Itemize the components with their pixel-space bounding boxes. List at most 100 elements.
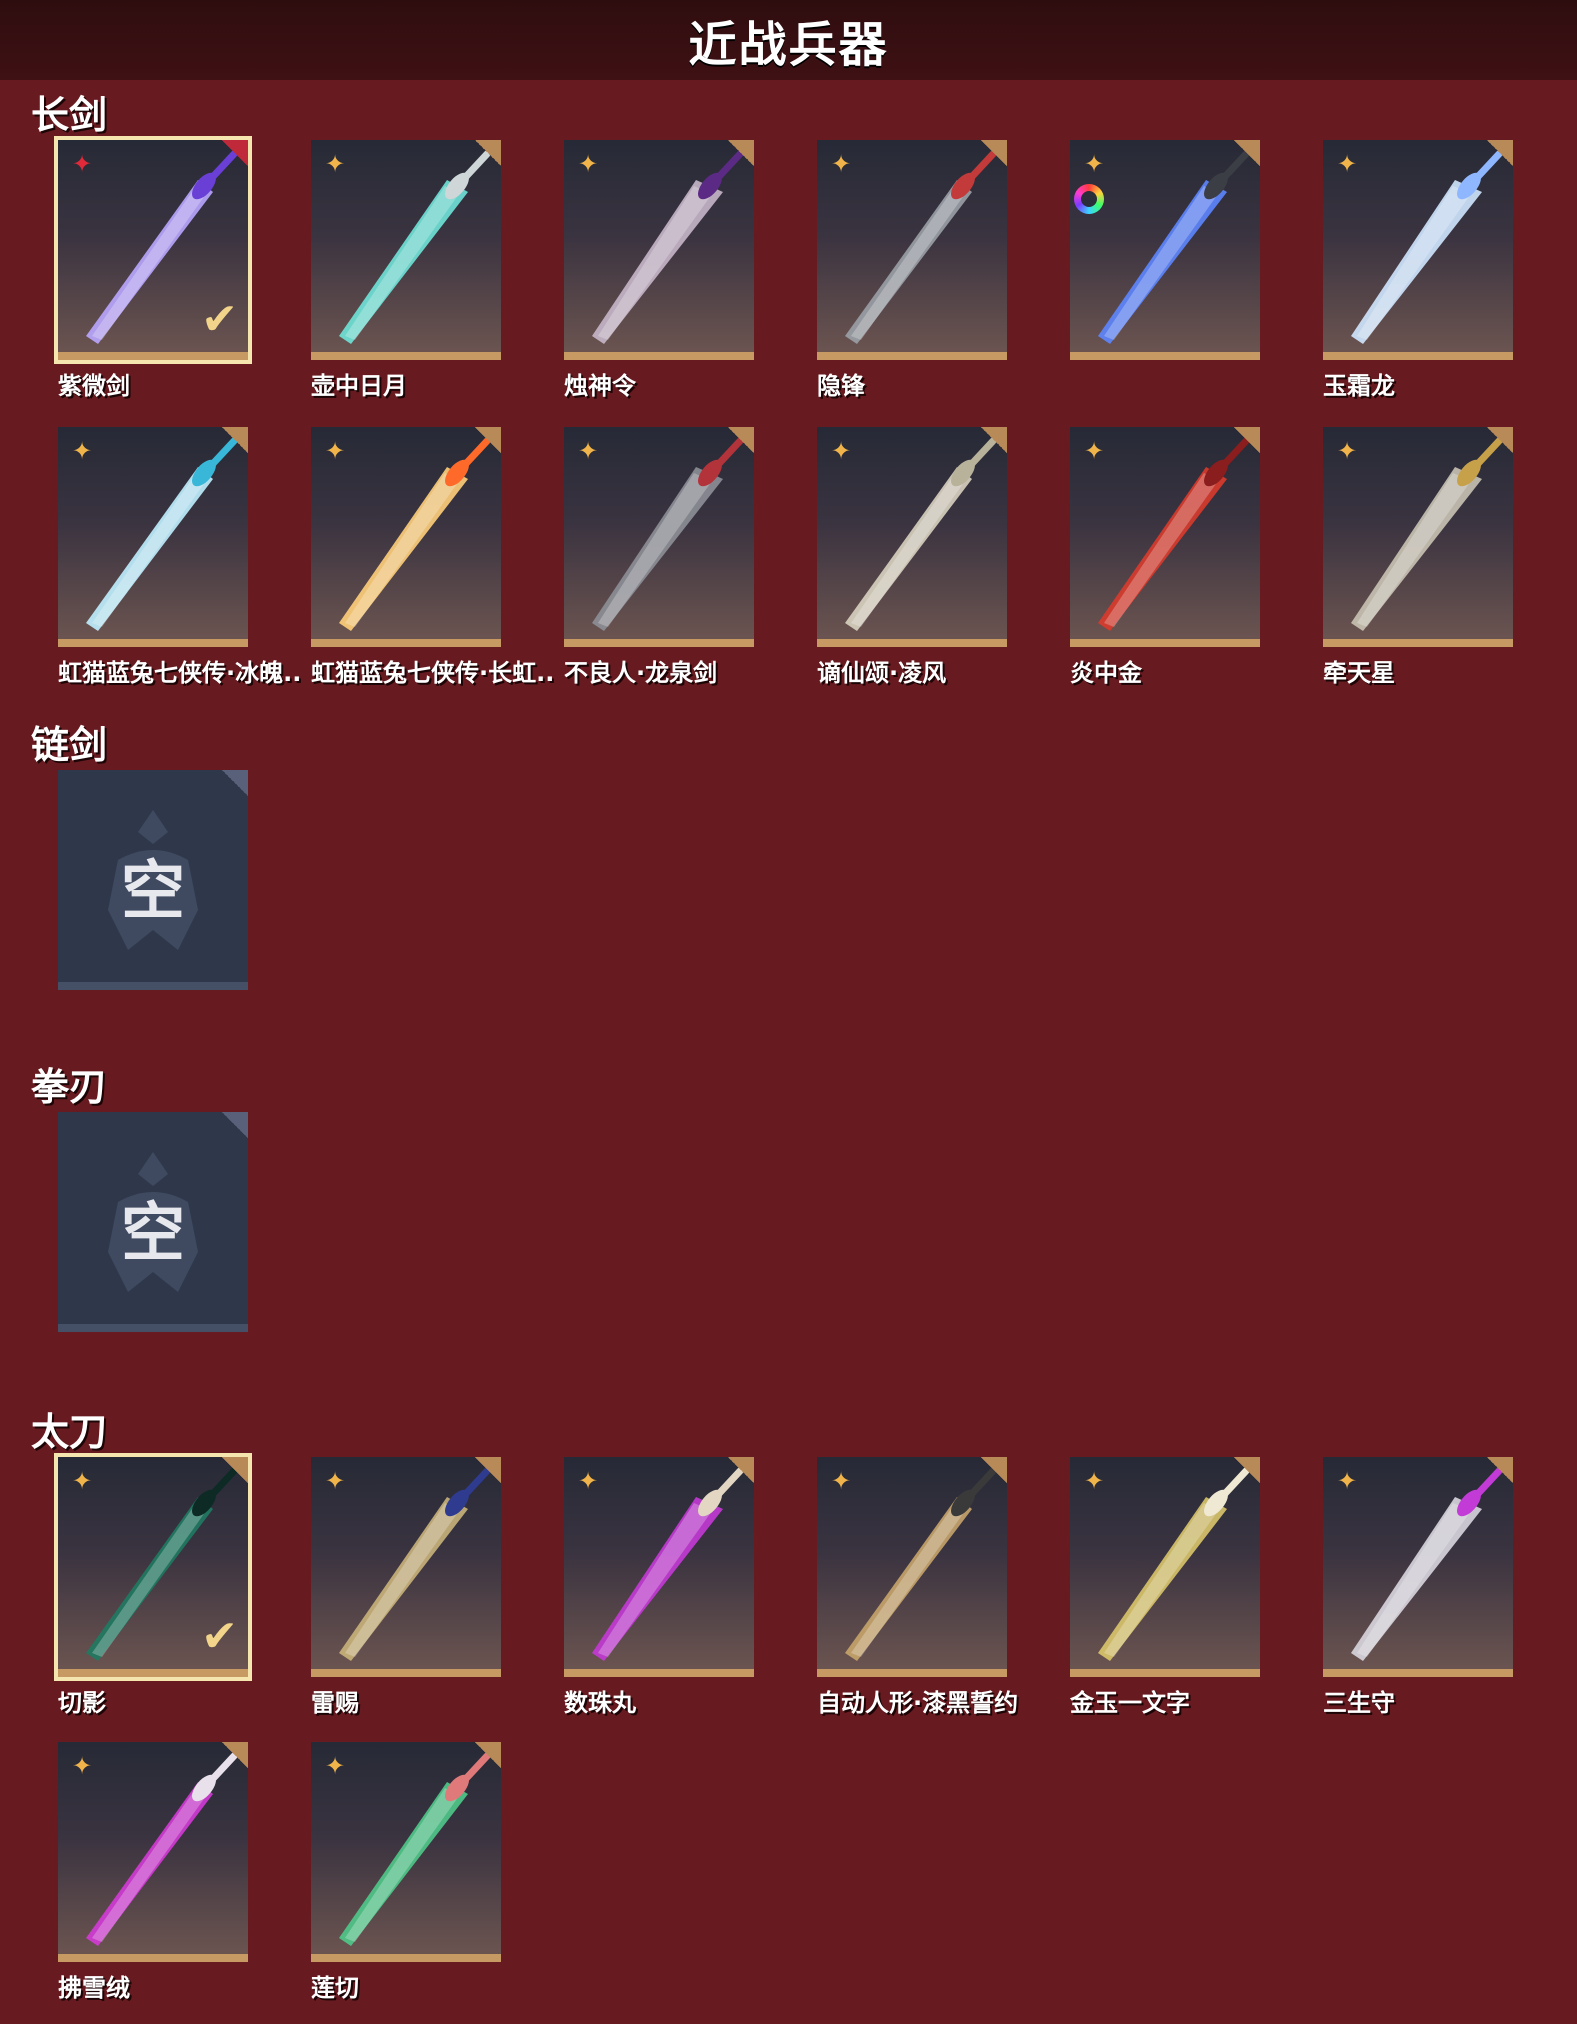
rarity-star-icon: ✦ bbox=[1336, 1467, 1358, 1495]
weapon-card[interactable]: ✦ bbox=[311, 140, 501, 360]
header-bar: 近战兵器 bbox=[0, 0, 1577, 80]
weapon-item[interactable]: ✦ 三生守 bbox=[1323, 1457, 1575, 1718]
checkmark-icon: ✔ bbox=[201, 294, 238, 345]
weapon-item[interactable]: ✦ 谪仙颂·凌风 bbox=[817, 427, 1069, 688]
weapon-item[interactable]: ✦ 烛神令 bbox=[564, 140, 816, 401]
weapon-item[interactable]: ✦ 壶中日月 bbox=[311, 140, 563, 401]
corner-tag-icon bbox=[1487, 1457, 1513, 1483]
rarity-star-icon: ✦ bbox=[324, 150, 346, 178]
weapon-name: 切影 bbox=[58, 1689, 106, 1717]
rarity-star-icon: ✦ bbox=[71, 1752, 93, 1780]
weapon-card[interactable]: ✦ bbox=[1323, 1457, 1513, 1677]
rarity-star-icon: ✦ bbox=[1336, 150, 1358, 178]
weapon-item[interactable]: ✦ 金玉一文字 bbox=[1070, 1457, 1322, 1718]
rarity-star-icon: ✦ bbox=[71, 1467, 93, 1495]
weapon-card[interactable]: ✦ bbox=[817, 1457, 1007, 1677]
corner-tag-icon bbox=[222, 140, 248, 166]
weapon-card[interactable]: ✦ bbox=[58, 427, 248, 647]
weapon-card[interactable]: ✦ bbox=[311, 427, 501, 647]
weapon-card[interactable]: ✦ bbox=[1323, 427, 1513, 647]
weapon-card[interactable]: 空 bbox=[58, 1112, 248, 1332]
weapon-name: 炎中金 bbox=[1070, 659, 1142, 687]
weapon-card[interactable]: ✦ bbox=[1070, 1457, 1260, 1677]
rarity-star-icon: ✦ bbox=[1336, 437, 1358, 465]
weapon-card[interactable]: ✦ ✔ bbox=[54, 1453, 252, 1681]
corner-tag-icon bbox=[222, 1457, 248, 1483]
weapon-name: 烛神令 bbox=[564, 372, 636, 400]
weapon-card[interactable]: ✦ bbox=[817, 427, 1007, 647]
weapon-name: 虹猫蓝兔七侠传·长虹.. bbox=[311, 659, 555, 687]
weapon-item[interactable]: ✦ bbox=[1070, 140, 1322, 366]
weapon-name: 壶中日月 bbox=[311, 372, 407, 400]
weapon-item[interactable]: ✦ 拂雪绒 bbox=[58, 1742, 310, 2003]
weapon-name: 雷赐 bbox=[311, 1689, 359, 1717]
weapon-item[interactable]: ✦ ✔ 切影 bbox=[54, 1453, 310, 1718]
rarity-star-icon: ✦ bbox=[71, 150, 93, 178]
weapon-item[interactable]: ✦ 莲切 bbox=[311, 1742, 563, 2003]
weapon-name: 拂雪绒 bbox=[58, 1974, 130, 2002]
weapon-card[interactable]: ✦ bbox=[817, 140, 1007, 360]
weapon-card[interactable]: ✦ bbox=[564, 140, 754, 360]
corner-tag-icon bbox=[1234, 140, 1260, 166]
corner-tag-icon bbox=[981, 427, 1007, 453]
weapon-card[interactable]: ✦ bbox=[564, 427, 754, 647]
corner-tag-icon bbox=[475, 140, 501, 166]
corner-tag-icon bbox=[981, 140, 1007, 166]
rarity-star-icon: ✦ bbox=[324, 1467, 346, 1495]
weapon-name: 自动人形·漆黑誓约 bbox=[817, 1689, 1019, 1717]
weapon-card[interactable]: ✦ bbox=[58, 1742, 248, 1962]
weapon-name: 不良人·龙泉剑 bbox=[564, 659, 718, 687]
color-ring-icon bbox=[1074, 184, 1104, 214]
empty-slot-label: 空 bbox=[121, 855, 185, 929]
rarity-star-icon: ✦ bbox=[830, 437, 852, 465]
weapon-card[interactable]: ✦ bbox=[564, 1457, 754, 1677]
corner-tag-icon bbox=[222, 1112, 248, 1138]
weapon-name: 牵天星 bbox=[1323, 659, 1395, 687]
weapon-item[interactable]: ✦ 数珠丸 bbox=[564, 1457, 816, 1718]
weapon-item[interactable]: ✦ 虹猫蓝兔七侠传·冰魄.. bbox=[58, 427, 310, 688]
empty-weapon-slot[interactable]: 空 bbox=[58, 770, 310, 990]
checkmark-icon: ✔ bbox=[201, 1611, 238, 1662]
rarity-star-icon: ✦ bbox=[1083, 150, 1105, 178]
weapon-name: 隐锋 bbox=[817, 372, 865, 400]
weapon-card[interactable]: ✦ bbox=[311, 1742, 501, 1962]
rarity-star-icon: ✦ bbox=[1083, 437, 1105, 465]
weapon-item[interactable]: ✦ 隐锋 bbox=[817, 140, 1069, 401]
rarity-star-icon: ✦ bbox=[324, 1752, 346, 1780]
weapon-name: 紫微剑 bbox=[58, 372, 130, 400]
weapon-card[interactable]: 空 bbox=[58, 770, 248, 990]
weapon-card[interactable]: ✦ bbox=[1323, 140, 1513, 360]
corner-tag-icon bbox=[1487, 140, 1513, 166]
corner-tag-icon bbox=[475, 1457, 501, 1483]
section-title: 太刀 bbox=[31, 1410, 108, 1454]
corner-tag-icon bbox=[222, 427, 248, 453]
corner-tag-icon bbox=[728, 1457, 754, 1483]
weapon-card[interactable]: ✦ bbox=[1070, 427, 1260, 647]
weapon-item[interactable]: ✦ ✔ 紫微剑 bbox=[54, 136, 310, 401]
weapon-item[interactable]: ✦ 自动人形·漆黑誓约 bbox=[817, 1457, 1069, 1718]
corner-tag-icon bbox=[222, 1742, 248, 1768]
weapon-name: 金玉一文字 bbox=[1070, 1689, 1190, 1717]
weapon-card[interactable]: ✦ ✔ bbox=[54, 136, 252, 364]
weapon-item[interactable]: ✦ 雷赐 bbox=[311, 1457, 563, 1718]
section-title: 拳刃 bbox=[31, 1065, 108, 1109]
empty-weapon-slot[interactable]: 空 bbox=[58, 1112, 310, 1332]
weapon-item[interactable]: ✦ 玉霜龙 bbox=[1323, 140, 1575, 401]
weapon-name: 谪仙颂·凌风 bbox=[817, 659, 947, 687]
page-title: 近战兵器 bbox=[688, 17, 889, 73]
weapon-item[interactable]: ✦ 牵天星 bbox=[1323, 427, 1575, 688]
weapon-card[interactable]: ✦ bbox=[1070, 140, 1260, 360]
weapon-item[interactable]: ✦ 虹猫蓝兔七侠传·长虹.. bbox=[311, 427, 563, 688]
corner-tag-icon bbox=[728, 140, 754, 166]
corner-tag-icon bbox=[222, 770, 248, 796]
weapon-item[interactable]: ✦ 炎中金 bbox=[1070, 427, 1322, 688]
rarity-star-icon: ✦ bbox=[1083, 1467, 1105, 1495]
corner-tag-icon bbox=[1234, 1457, 1260, 1483]
weapon-item[interactable]: ✦ 不良人·龙泉剑 bbox=[564, 427, 816, 688]
rarity-star-icon: ✦ bbox=[577, 437, 599, 465]
corner-tag-icon bbox=[1234, 427, 1260, 453]
weapon-name: 数珠丸 bbox=[564, 1689, 636, 1717]
weapon-name: 虹猫蓝兔七侠传·冰魄.. bbox=[58, 659, 302, 687]
corner-tag-icon bbox=[981, 1457, 1007, 1483]
weapon-card[interactable]: ✦ bbox=[311, 1457, 501, 1677]
